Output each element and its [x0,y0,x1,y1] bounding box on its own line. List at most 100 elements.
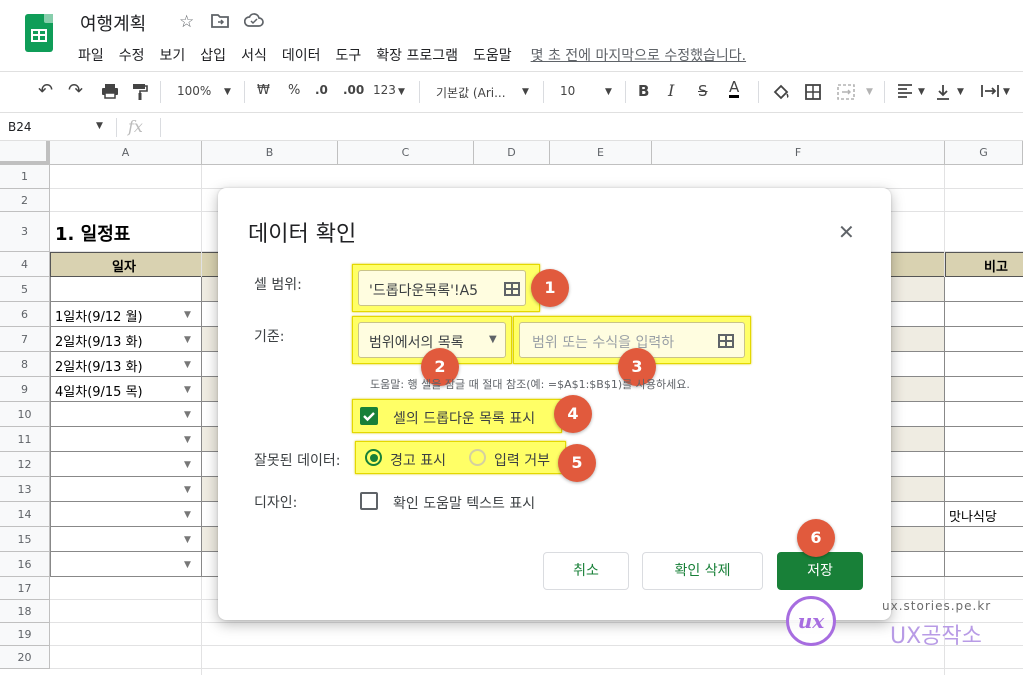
formats-caret-icon[interactable]: ▼ [398,87,405,97]
dropdown-caret-icon[interactable]: ▼ [184,410,191,420]
print-icon[interactable] [101,83,119,103]
save-button[interactable]: 저장 [777,552,863,590]
menu-file[interactable]: 파일 [78,45,104,65]
select-range-icon[interactable] [718,334,734,348]
menu-format[interactable]: 서식 [241,45,267,65]
row-header-19[interactable]: 19 [0,623,50,646]
font-select[interactable]: 기본값 (Ari... [436,84,506,101]
date-cell-a8[interactable]: 2일차(9/13 화) [55,356,143,375]
name-box-caret-icon[interactable]: ▼ [96,121,103,131]
row-header-5[interactable]: 5 [0,277,50,302]
vertical-align-icon[interactable] [935,83,951,105]
dropdown-caret-icon[interactable]: ▼ [184,560,191,570]
date-cell-a6[interactable]: 1일차(9/12 월) [55,306,143,325]
row-header-12[interactable]: 12 [0,452,50,477]
name-box[interactable]: B24 [8,120,32,134]
dropdown-caret-icon[interactable]: ▼ [184,335,191,345]
font-size-select[interactable]: 10 [560,84,575,98]
move-folder-icon[interactable] [211,12,229,33]
reject-radio[interactable] [469,449,486,466]
more-formats-button[interactable]: 123 [373,83,396,97]
row-header-15[interactable]: 15 [0,527,50,552]
horizontal-align-icon[interactable] [896,83,914,103]
row-header-2[interactable]: 2 [0,189,50,212]
font-caret-icon[interactable]: ▼ [522,87,529,97]
menu-view[interactable]: 보기 [160,45,186,65]
percent-format-button[interactable]: % [288,83,300,98]
row-header-10[interactable]: 10 [0,402,50,427]
menu-help[interactable]: 도움말 [473,45,512,65]
close-icon[interactable]: ✕ [838,220,855,244]
criteria-caret-icon[interactable]: ▼ [489,334,497,345]
row-header-16[interactable]: 16 [0,552,50,577]
row-header-4[interactable]: 4 [0,252,50,277]
increase-decimal-button[interactable]: .00 [343,83,364,97]
dropdown-caret-icon[interactable]: ▼ [184,435,191,445]
row-header-13[interactable]: 13 [0,477,50,502]
decrease-decimal-button[interactable]: .0 [315,83,328,97]
text-color-button[interactable]: A [729,79,740,98]
wrap-caret-icon[interactable]: ▼ [1003,87,1010,97]
row-header-1[interactable]: 1 [0,165,50,189]
dropdown-caret-icon[interactable]: ▼ [184,510,191,520]
row-header-8[interactable]: 8 [0,352,50,377]
row-header-18[interactable]: 18 [0,600,50,623]
column-header-f[interactable]: F [652,141,945,165]
star-icon[interactable]: ☆ [179,12,194,32]
note-cell-g14[interactable]: 맛나식당 [949,506,997,525]
cancel-button[interactable]: 취소 [543,552,629,590]
column-header-d[interactable]: D [474,141,550,165]
row-header-9[interactable]: 9 [0,377,50,402]
row-header-3[interactable]: 3 [0,212,50,252]
row-header-7[interactable]: 7 [0,327,50,352]
merge-caret-icon[interactable]: ▼ [866,87,873,97]
document-title[interactable]: 여행계획 [80,10,146,36]
fill-color-icon[interactable] [772,83,790,105]
menu-data[interactable]: 데이터 [282,45,321,65]
last-edit-link[interactable]: 몇 초 전에 마지막으로 수정했습니다. [531,45,746,65]
merge-cells-icon[interactable] [836,83,856,105]
date-cell-a9[interactable]: 4일차(9/15 목) [55,381,143,400]
range-input[interactable]: '드롭다운목록'!A5 [358,270,526,306]
row-header-6[interactable]: 6 [0,302,50,327]
borders-icon[interactable] [804,83,822,105]
header-cell-b4[interactable] [202,252,218,277]
menu-tools[interactable]: 도구 [335,45,361,65]
dropdown-caret-icon[interactable]: ▼ [184,385,191,395]
menu-insert[interactable]: 삽입 [200,45,226,65]
menu-extensions[interactable]: 확장 프로그램 [376,45,458,65]
currency-format-button[interactable]: ₩ [257,83,270,98]
warn-radio[interactable] [365,449,382,466]
sheets-logo-icon[interactable] [25,14,53,52]
undo-icon[interactable]: ↶ [38,80,53,101]
cloud-status-icon[interactable] [243,12,264,33]
valign-caret-icon[interactable]: ▼ [957,87,964,97]
menu-edit[interactable]: 수정 [119,45,145,65]
row-header-17[interactable]: 17 [0,577,50,600]
date-cell-a7[interactable]: 2일차(9/13 화) [55,331,143,350]
text-wrap-icon[interactable] [980,83,1000,103]
dropdown-caret-icon[interactable]: ▼ [184,310,191,320]
column-header-c[interactable]: C [338,141,474,165]
column-header-g[interactable]: G [945,141,1023,165]
dropdown-caret-icon[interactable]: ▼ [184,485,191,495]
paint-format-icon[interactable] [132,83,148,105]
row-header-20[interactable]: 20 [0,646,50,669]
row-header-14[interactable]: 14 [0,502,50,527]
italic-button[interactable]: I [668,81,674,100]
bold-button[interactable]: B [638,82,649,100]
dropdown-caret-icon[interactable]: ▼ [184,460,191,470]
dropdown-caret-icon[interactable]: ▼ [184,535,191,545]
redo-icon[interactable]: ↷ [68,80,83,101]
column-header-e[interactable]: E [550,141,652,165]
halign-caret-icon[interactable]: ▼ [918,87,925,97]
font-size-caret-icon[interactable]: ▼ [605,87,612,97]
column-header-b[interactable]: B [202,141,338,165]
help-text-checkbox[interactable] [360,492,378,510]
column-header-a[interactable]: A [50,141,202,165]
strikethrough-button[interactable]: S [698,82,708,100]
row-header-11[interactable]: 11 [0,427,50,452]
dropdown-caret-icon[interactable]: ▼ [184,360,191,370]
select-all-corner[interactable] [0,141,50,165]
show-dropdown-checkbox[interactable] [360,407,378,425]
